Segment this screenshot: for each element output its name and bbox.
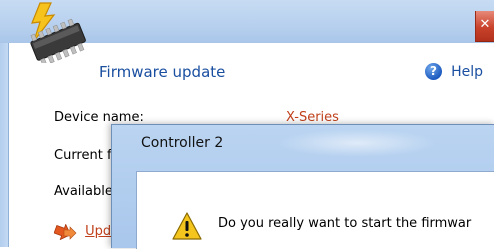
help-label: Help [451, 63, 484, 80]
dialog-content: Do you really want to start the firmwar [136, 171, 494, 249]
chip-lightning-icon [30, 2, 86, 63]
device-name-label: Device name: [54, 110, 144, 125]
help-icon: ? [425, 63, 442, 80]
warning-icon [172, 212, 202, 240]
update-arrow-icon [54, 223, 77, 240]
dialog-title: Controller 2 [141, 135, 224, 151]
device-name-value: X-Series [286, 110, 339, 125]
page-title: Firmware update [99, 63, 226, 81]
current-firmware-label: Current fi [54, 148, 116, 163]
available-firmware-label: Available [54, 184, 113, 199]
titlebar-glow [277, 129, 437, 157]
help-link[interactable]: ? Help [425, 61, 483, 80]
update-link[interactable]: Upda [54, 221, 119, 240]
dialog-message: Do you really want to start the firmwar [218, 216, 472, 231]
close-button[interactable]: ✕ [475, 11, 494, 42]
window-frame-left [0, 43, 8, 247]
confirm-dialog: Controller 2 Do you really want to start… [111, 124, 494, 249]
